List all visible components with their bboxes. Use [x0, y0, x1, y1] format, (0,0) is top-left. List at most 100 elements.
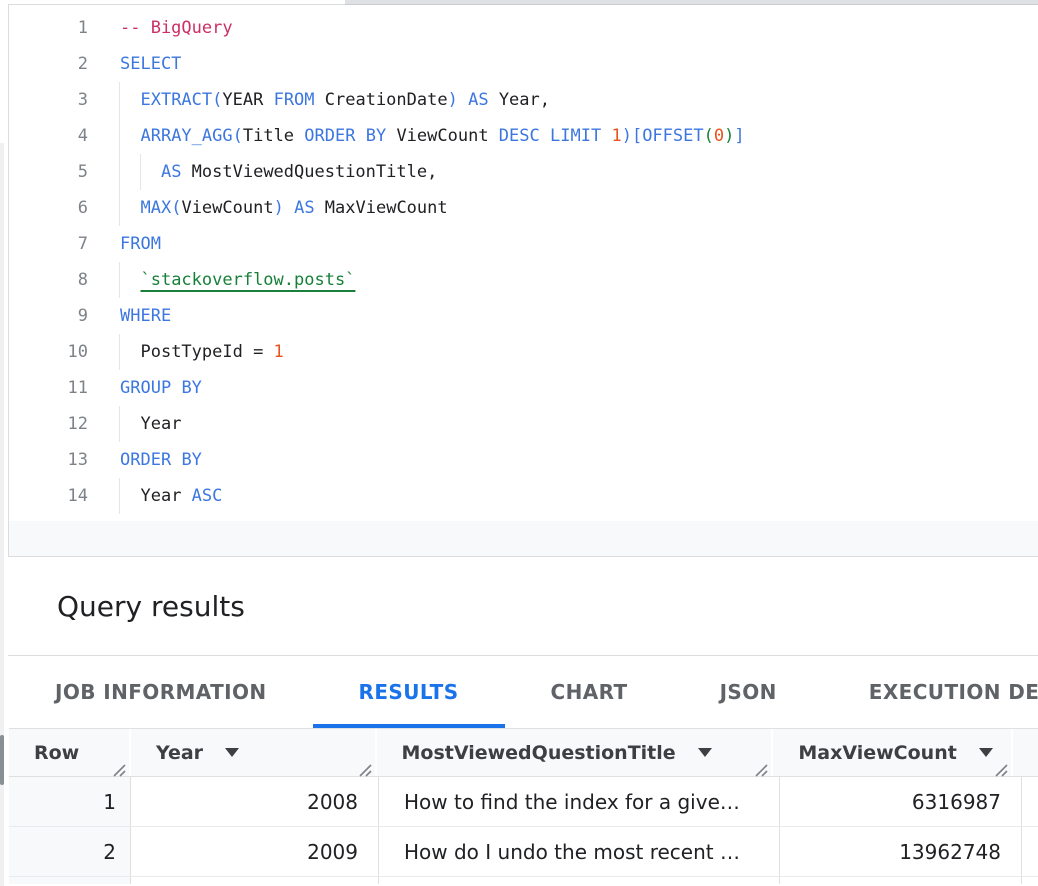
line-content: -- BigQuery	[88, 10, 233, 46]
column-header-label: MostViewedQuestionTitle	[402, 742, 676, 764]
query-results-header: Query results	[9, 557, 1038, 655]
token-plain: PostTypeId =	[140, 342, 273, 362]
indent-guide	[119, 406, 120, 442]
line-number: 6	[9, 190, 88, 226]
tab-label: JOB INFORMATION	[55, 680, 267, 704]
token-kw: ARRAY_AGG	[140, 126, 232, 146]
token-br1: )	[622, 126, 632, 146]
token-plain	[120, 342, 140, 362]
cell-maxviewcount: 13962748	[780, 827, 1022, 876]
column-header-year[interactable]: Year	[131, 729, 375, 776]
cell-filler	[1022, 827, 1038, 876]
tab-label: RESULTS	[359, 680, 459, 704]
line-number: 1	[9, 10, 88, 46]
vertical-scrollbar-thumb[interactable]	[0, 735, 4, 785]
token-kw: FROM	[120, 234, 161, 254]
token-br1: (	[233, 126, 243, 146]
token-kw: SELECT	[120, 54, 181, 74]
table-row: 22009How do I undo the most recent …1396…	[9, 827, 1038, 877]
code-line-6: 6 MAX(ViewCount) AS MaxViewCount	[9, 190, 1038, 226]
tab-job-information[interactable]: JOB INFORMATION	[9, 656, 313, 728]
code-line-11: 11GROUP BY	[9, 370, 1038, 406]
column-header-label: Row	[34, 742, 79, 764]
token-kw: LIMIT	[550, 126, 601, 146]
column-menu-arrow-icon[interactable]	[979, 748, 993, 757]
cell-year	[131, 877, 379, 884]
token-plain	[120, 414, 140, 434]
token-kw: BY	[181, 378, 201, 398]
column-menu-arrow-icon[interactable]	[698, 748, 712, 757]
token-br1: )	[448, 90, 458, 110]
tab-results[interactable]: RESULTS	[313, 656, 505, 728]
indent-guide	[119, 478, 120, 514]
column-resize-grip[interactable]	[755, 760, 768, 773]
indent-guide	[119, 118, 120, 154]
token-kw: EXTRACT	[140, 90, 212, 110]
token-plain	[540, 126, 550, 146]
column-header-maxviewcount[interactable]: MaxViewCount	[773, 729, 1011, 776]
line-content: FROM	[88, 226, 161, 262]
token-plain: Year,	[489, 90, 550, 110]
line-content: ARRAY_AGG(Title ORDER BY ViewCount DESC …	[88, 118, 745, 154]
editor-empty-area	[9, 521, 1038, 556]
token-plain: ViewCount	[181, 198, 273, 218]
line-content: Year ASC	[88, 478, 222, 514]
token-br1: ]	[734, 126, 744, 146]
column-resize-grip[interactable]	[113, 760, 126, 773]
cell-row	[9, 877, 131, 884]
token-plain	[120, 270, 140, 290]
token-plain	[284, 198, 294, 218]
line-number: 13	[9, 442, 88, 478]
cell-maxviewcount	[780, 877, 1022, 884]
column-header-mostviewedquestiontitle[interactable]: MostViewedQuestionTitle	[377, 729, 772, 776]
token-plain	[601, 126, 611, 146]
cell-year: 2008	[131, 777, 379, 826]
sql-editor[interactable]: 1-- BigQuery2SELECT3 EXTRACT(YEAR FROM C…	[9, 5, 1038, 521]
indent-guide	[119, 190, 120, 226]
token-plain: Year	[140, 486, 191, 506]
code-line-12: 12 Year	[9, 406, 1038, 442]
tab-chart[interactable]: CHART	[505, 656, 674, 728]
line-content: `stackoverflow.posts`	[88, 262, 355, 298]
token-plain	[120, 126, 140, 146]
token-plain: ViewCount	[386, 126, 499, 146]
token-kw: OFFSET	[642, 126, 703, 146]
token-plain	[171, 378, 181, 398]
token-plain	[355, 126, 365, 146]
token-kw: DESC	[499, 126, 540, 146]
cell-mostviewedquestiontitle	[379, 877, 780, 884]
column-header-clipped	[1013, 729, 1038, 776]
column-resize-grip[interactable]	[995, 760, 1008, 773]
column-header-row[interactable]: Row	[9, 729, 129, 776]
code-line-3: 3 EXTRACT(YEAR FROM CreationDate) AS Yea…	[9, 82, 1038, 118]
bigquery-console: 1-- BigQuery2SELECT3 EXTRACT(YEAR FROM C…	[0, 0, 1038, 886]
line-number: 8	[9, 262, 88, 298]
line-number: 3	[9, 82, 88, 118]
token-plain	[171, 450, 181, 470]
code-line-9: 9WHERE	[9, 298, 1038, 334]
column-header-label: Year	[156, 742, 203, 764]
table-header-row: Row Year MostViewedQuestionTitle MaxViewCou…	[9, 728, 1038, 777]
token-br2: )	[724, 126, 734, 146]
line-number: 11	[9, 370, 88, 406]
query-results-title: Query results	[57, 590, 245, 623]
token-plain: MostViewedQuestionTitle,	[181, 162, 437, 182]
line-number: 12	[9, 406, 88, 442]
tab-label: JSON	[720, 680, 777, 704]
token-kw: BY	[366, 126, 386, 146]
token-plain: CreationDate	[315, 90, 448, 110]
token-num: 1	[274, 342, 284, 362]
code-line-7: 7FROM	[9, 226, 1038, 262]
token-kw: AS	[294, 198, 314, 218]
line-content: ORDER BY	[88, 442, 202, 478]
table-row: 12008How to find the index for a give…63…	[9, 777, 1038, 827]
column-resize-grip[interactable]	[359, 760, 372, 773]
cell-row: 1	[9, 777, 131, 826]
token-br1: )	[274, 198, 284, 218]
column-menu-arrow-icon[interactable]	[225, 748, 239, 757]
token-br2: (	[704, 126, 714, 146]
tab-json[interactable]: JSON	[674, 656, 823, 728]
tab-execution-details[interactable]: EXECUTION DETAILS	[823, 656, 1038, 728]
line-number: 5	[9, 154, 88, 190]
line-content: AS MostViewedQuestionTitle,	[88, 154, 437, 190]
